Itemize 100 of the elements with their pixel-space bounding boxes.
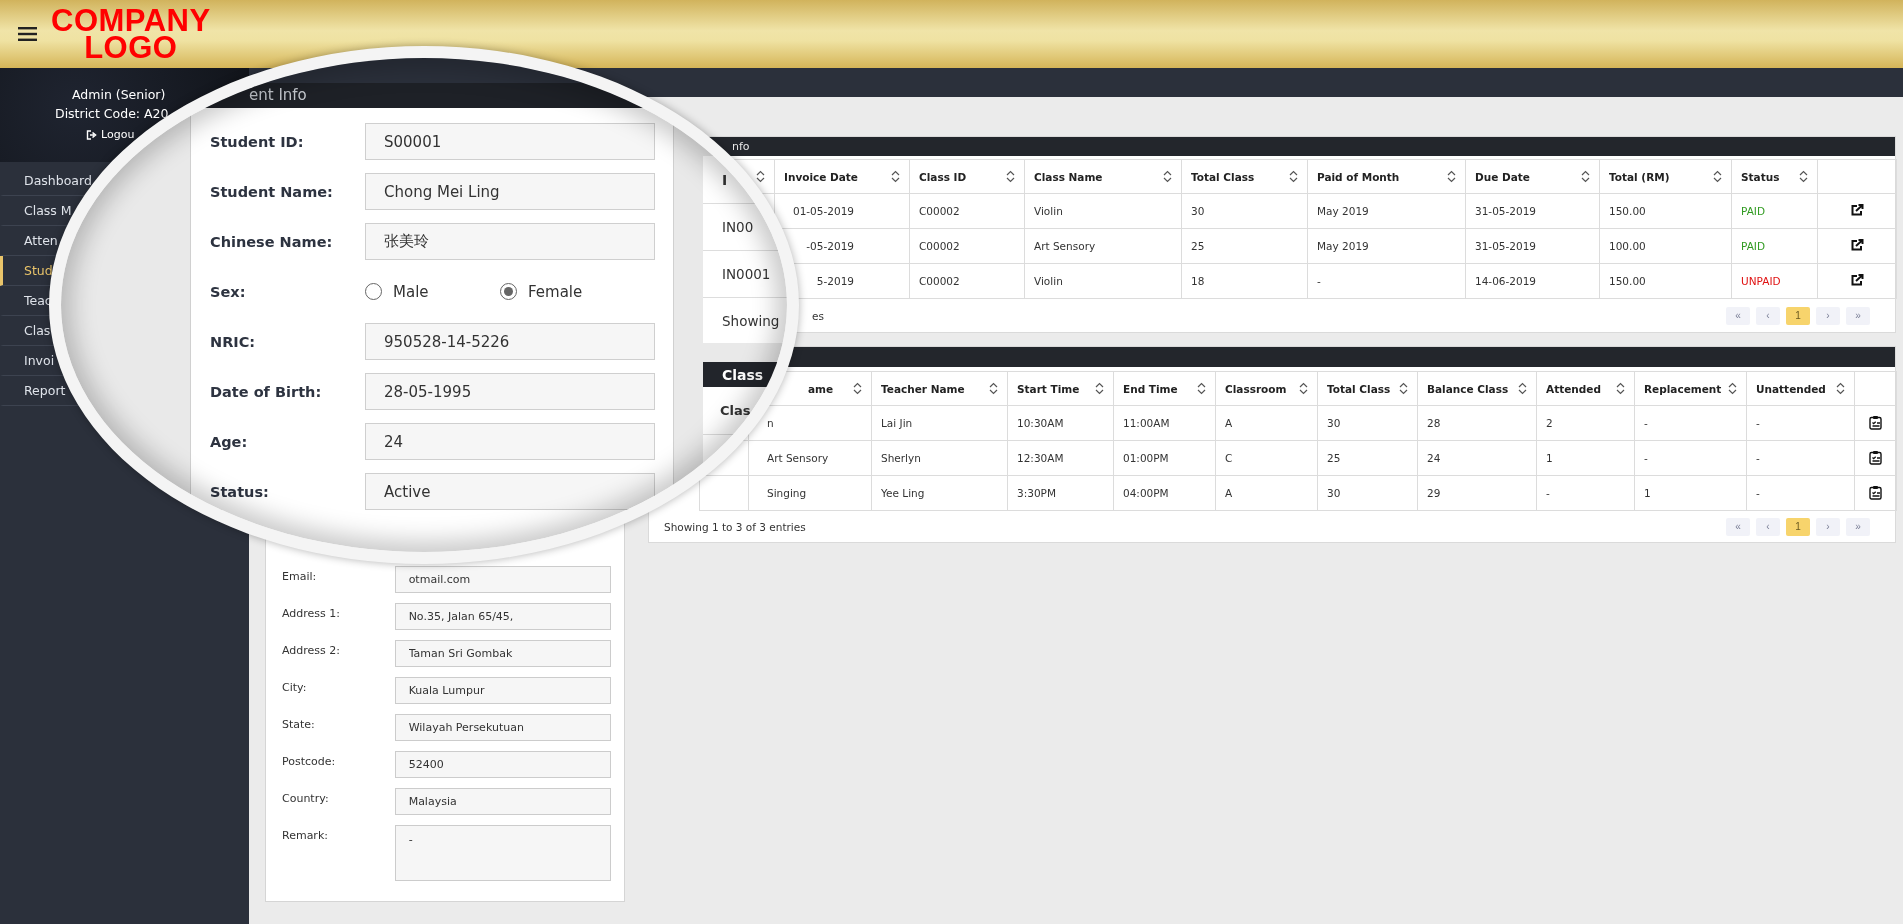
input-field[interactable]: 950528-14-5226 xyxy=(365,323,655,360)
remark-field[interactable]: - xyxy=(394,825,611,881)
column-header[interactable]: I xyxy=(722,171,728,188)
sidebar-item[interactable]: Invoi xyxy=(24,353,55,368)
sort-icon[interactable] xyxy=(1518,382,1527,395)
page-button[interactable]: » xyxy=(1846,517,1870,536)
input-field[interactable]: 张美玲 xyxy=(365,223,655,260)
page-button[interactable]: » xyxy=(1846,306,1870,325)
form-label: Email: xyxy=(282,569,318,583)
sort-icon[interactable] xyxy=(1399,382,1408,395)
table-cell: 1 xyxy=(1644,487,1651,499)
input-field[interactable]: S00001 xyxy=(365,123,655,160)
sort-icon[interactable] xyxy=(1728,382,1737,395)
table-cell: 5-2019 xyxy=(816,275,854,287)
sort-icon[interactable] xyxy=(1581,170,1590,183)
sort-icon[interactable] xyxy=(853,382,862,395)
column-header[interactable]: Class ID xyxy=(919,170,967,183)
page-button[interactable]: 1 xyxy=(1786,306,1810,325)
box-arrow-icon[interactable] xyxy=(1850,239,1864,251)
table-cell: 11:00AM xyxy=(1123,417,1170,429)
sort-icon[interactable] xyxy=(1095,382,1104,395)
sort-icon[interactable] xyxy=(1289,170,1298,183)
input-field[interactable]: 52400 xyxy=(394,751,611,778)
sort-icon[interactable] xyxy=(1836,382,1845,395)
table-cell: 29 xyxy=(1427,487,1441,499)
sort-icon[interactable] xyxy=(989,382,998,395)
table-cell: 04:00PM xyxy=(1123,487,1169,499)
table-cell: 1 xyxy=(1546,452,1553,464)
sort-icon[interactable] xyxy=(1299,382,1308,395)
table-cell: 3:30PM xyxy=(1017,487,1056,499)
table-cell: - xyxy=(1644,452,1648,464)
column-header[interactable]: ame xyxy=(808,382,834,395)
clipboard-icon[interactable] xyxy=(1868,414,1883,430)
column-header[interactable]: Total (RM) xyxy=(1609,170,1670,183)
radio-button[interactable]: Male xyxy=(365,282,500,301)
table-cell: - xyxy=(1756,487,1760,499)
sort-icon[interactable] xyxy=(1006,170,1015,183)
sidebar-item[interactable]: Class M xyxy=(24,203,72,218)
input-field[interactable]: otmail.com xyxy=(394,566,611,593)
sidebar-item[interactable]: Dashboard xyxy=(24,173,92,188)
box-arrow-icon[interactable] xyxy=(1850,204,1864,216)
column-header[interactable]: End Time xyxy=(1123,382,1178,395)
table-cell: 18 xyxy=(1191,275,1205,287)
input-field[interactable]: 24 xyxy=(365,423,655,460)
table-cell: 28 xyxy=(1427,417,1441,429)
input-field[interactable]: Active xyxy=(365,473,655,510)
sort-icon[interactable] xyxy=(1197,382,1206,395)
page-button[interactable]: « xyxy=(1726,517,1750,536)
page-button[interactable]: ‹ xyxy=(1756,306,1780,325)
status-label: PAID xyxy=(1741,240,1766,252)
table-cell: 150.00 xyxy=(1609,205,1646,217)
column-header[interactable]: Paid of Month xyxy=(1317,170,1400,183)
table-cell: - xyxy=(1546,487,1550,499)
input-field[interactable]: Chong Mei Ling xyxy=(365,173,655,210)
column-header[interactable]: Status xyxy=(1741,170,1780,183)
table-cell: 14-06-2019 xyxy=(1475,275,1537,287)
table-cell: Violin xyxy=(1034,275,1063,287)
input-field[interactable]: Taman Sri Gombak xyxy=(394,640,611,667)
input-field[interactable]: No.35, Jalan 65/45, xyxy=(394,603,611,630)
sort-icon[interactable] xyxy=(1447,170,1456,183)
table-cell: Violin xyxy=(1034,205,1063,217)
page-button[interactable]: 1 xyxy=(1786,517,1810,536)
input-field[interactable]: Wilayah Persekutuan xyxy=(394,714,611,741)
table-cell: May 2019 xyxy=(1317,205,1369,217)
input-field[interactable]: Kuala Lumpur xyxy=(394,677,611,704)
input-field[interactable]: Malaysia xyxy=(394,788,611,815)
table-cell: Singing xyxy=(767,487,807,499)
sort-icon[interactable] xyxy=(1616,382,1625,395)
sidebar-item[interactable]: Report xyxy=(24,383,66,398)
page-button[interactable]: › xyxy=(1816,306,1840,325)
logout-link[interactable]: Logou xyxy=(101,128,135,141)
logout-icon[interactable] xyxy=(86,129,97,140)
user-role: Admin (Senior) xyxy=(72,87,167,102)
sort-icon[interactable] xyxy=(1163,170,1172,183)
sort-icon[interactable] xyxy=(1713,170,1722,183)
page-button[interactable]: › xyxy=(1816,517,1840,536)
table-cell: Art Sensory xyxy=(767,452,829,464)
sidebar-item[interactable]: Atten xyxy=(24,233,58,248)
table-cell: A xyxy=(1225,417,1233,429)
page-button[interactable]: ‹ xyxy=(1756,517,1780,536)
radio-button[interactable]: Female xyxy=(500,282,635,301)
sort-icon[interactable] xyxy=(1799,170,1808,183)
menu-icon[interactable] xyxy=(18,27,37,41)
form-label: Postcode: xyxy=(282,754,337,768)
sidebar-item[interactable]: Stud xyxy=(24,263,53,278)
sort-icon[interactable] xyxy=(756,170,765,183)
column-header[interactable]: Total Class xyxy=(1191,170,1255,183)
clipboard-icon[interactable] xyxy=(1868,449,1883,465)
clipboard-icon[interactable] xyxy=(1868,484,1883,500)
form-label: Student Name: xyxy=(210,183,334,200)
column-header[interactable]: Class Name xyxy=(1034,170,1103,183)
table-cell: May 2019 xyxy=(1317,240,1369,252)
page-button[interactable]: « xyxy=(1726,306,1750,325)
box-arrow-icon[interactable] xyxy=(1850,274,1864,286)
sidebar-item[interactable]: Clas xyxy=(24,323,51,338)
table-cell: 01-05-2019 xyxy=(792,205,854,217)
column-header[interactable]: Due Date xyxy=(1475,170,1530,183)
sort-icon[interactable] xyxy=(891,170,900,183)
table-cell: 150.00 xyxy=(1609,275,1646,287)
input-field[interactable]: 28-05-1995 xyxy=(365,373,655,410)
